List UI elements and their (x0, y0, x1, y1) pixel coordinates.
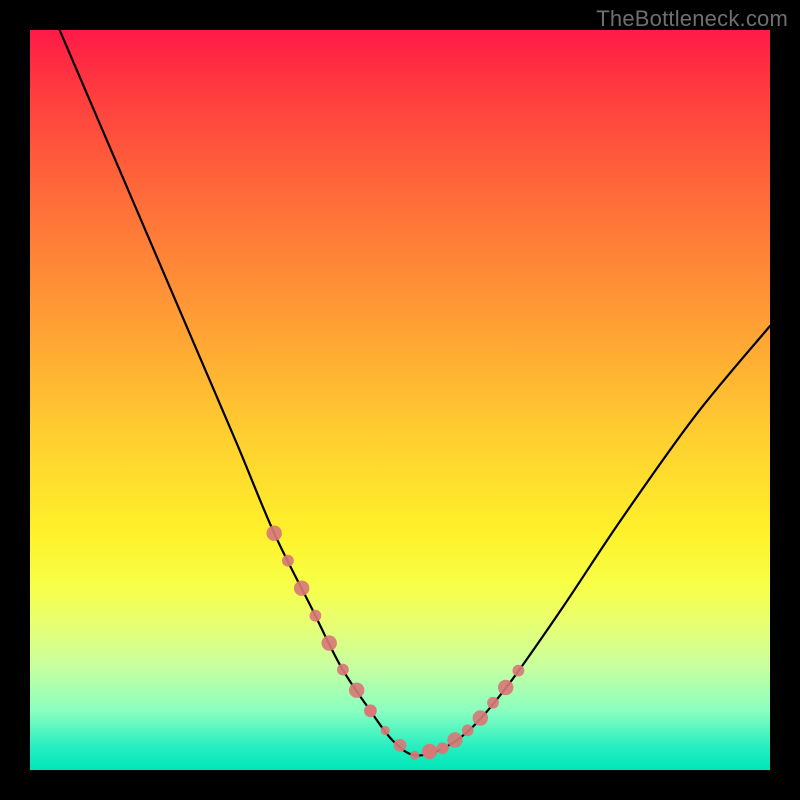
marker-cluster-right (422, 665, 524, 760)
marker-cluster-trough (364, 704, 449, 759)
data-marker (513, 665, 525, 677)
data-marker (349, 683, 364, 698)
marker-cluster-left (267, 526, 377, 717)
data-marker (364, 704, 377, 717)
data-marker (381, 726, 390, 735)
data-marker (473, 710, 488, 725)
curve-line (60, 30, 770, 755)
data-marker (447, 732, 462, 747)
data-marker (282, 555, 294, 567)
data-marker (498, 680, 513, 695)
data-marker (267, 526, 282, 541)
data-marker (462, 725, 474, 737)
data-marker (422, 744, 437, 759)
data-marker (394, 739, 407, 752)
data-marker (436, 742, 448, 754)
watermark-text: TheBottleneck.com (596, 6, 788, 32)
bottleneck-curve (30, 30, 770, 770)
data-marker (410, 751, 419, 760)
data-marker (365, 705, 377, 717)
data-marker (322, 635, 337, 650)
data-marker (310, 610, 322, 622)
data-marker (423, 745, 436, 758)
data-marker (487, 697, 499, 709)
chart-plot-area (30, 30, 770, 770)
data-marker (294, 581, 309, 596)
data-marker (337, 664, 349, 676)
data-marker (440, 743, 449, 752)
